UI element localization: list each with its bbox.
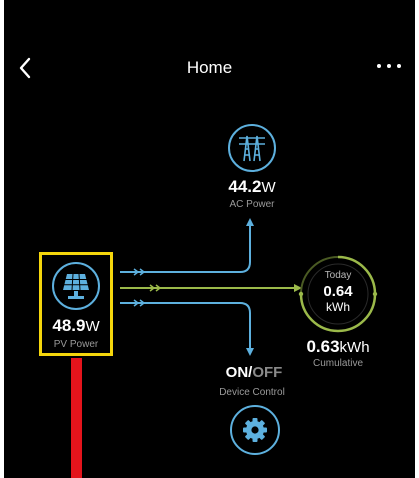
pv-power-node[interactable]	[52, 262, 100, 310]
today-value: 0.64	[323, 283, 353, 300]
cumulative-label: Cumulative	[312, 358, 364, 369]
flow-arrow-ac	[246, 218, 254, 226]
device-on-text: ON	[225, 364, 249, 381]
cumulative-number: 0.63	[306, 337, 340, 356]
flow-arrow-device	[246, 348, 254, 356]
ac-power-number: 44.2	[228, 177, 262, 196]
device-control-status: ON/OFF	[209, 364, 299, 381]
device-control-button[interactable]	[230, 405, 280, 455]
red-marker-bar	[71, 358, 82, 478]
pv-power-unit: W	[85, 318, 100, 335]
ac-power-unit: W	[261, 179, 276, 196]
cumulative-unit: kWh	[339, 339, 370, 356]
pv-power-value: 48.9W	[26, 316, 126, 336]
flow-line-to-device	[120, 302, 251, 350]
pv-power-label: PV Power	[53, 339, 99, 350]
today-energy-text: Today 0.64 kWh	[297, 270, 379, 314]
pv-power-number: 48.9	[52, 316, 86, 335]
device-control-label: Device Control	[219, 387, 285, 398]
today-label: Today	[324, 270, 352, 281]
today-unit: kWh	[326, 300, 350, 314]
gear-icon	[243, 418, 267, 442]
ac-power-value: 44.2W	[202, 177, 302, 197]
cumulative-value: 0.63kWh	[288, 337, 388, 357]
transmission-tower-icon	[239, 135, 265, 162]
ac-power-node[interactable]	[228, 124, 276, 172]
flow-line-to-ac	[120, 224, 251, 273]
energy-flow-diagram	[120, 218, 302, 356]
app-screen: Home 44.2W AC Power 48.9W PV Power Today…	[4, 0, 415, 478]
device-off-text: OFF	[252, 364, 283, 381]
ac-power-label: AC Power	[229, 199, 275, 210]
solar-panel-icon	[63, 273, 89, 299]
